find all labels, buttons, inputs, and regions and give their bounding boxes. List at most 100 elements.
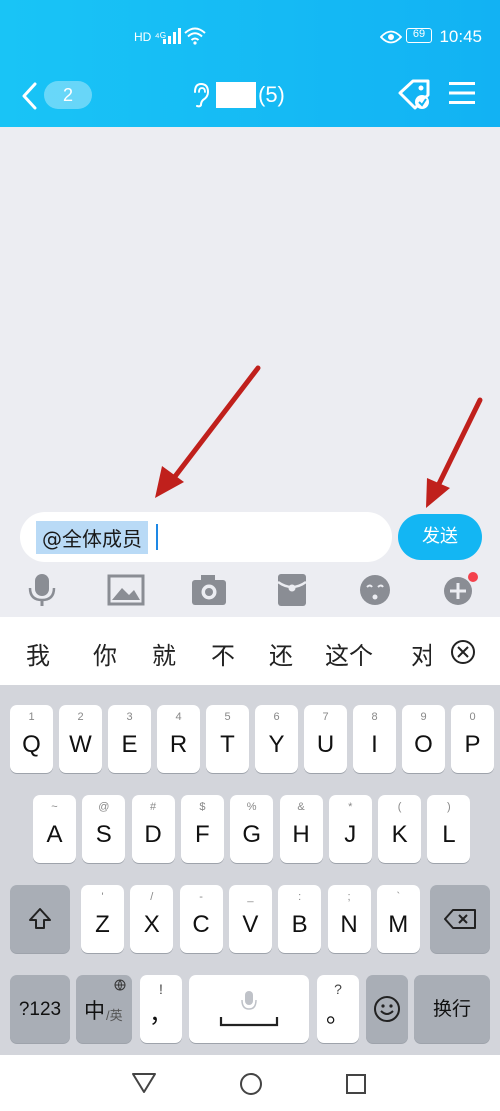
comma-key[interactable]: ! ， <box>140 975 182 1043</box>
candidate-word[interactable]: 你 <box>93 636 117 671</box>
key-label: V <box>242 911 259 938</box>
key-n[interactable]: ; N <box>327 885 371 953</box>
emoji-icon[interactable] <box>355 572 395 608</box>
back-button[interactable]: 2 <box>18 78 92 114</box>
home-circle-icon[interactable] <box>238 1071 264 1097</box>
microphone-icon[interactable] <box>22 572 62 608</box>
key-t[interactable]: 5T <box>206 705 249 773</box>
key-b[interactable]: :B <box>278 885 322 953</box>
key-sub-label: # <box>150 801 157 813</box>
red-packet-icon[interactable] <box>272 572 312 608</box>
period-key[interactable]: ? 。 <box>317 975 359 1043</box>
comma-key-label: ， <box>149 1001 173 1028</box>
key-sub-label: ' <box>101 891 104 903</box>
key-v[interactable]: _ V <box>228 885 272 953</box>
back-triangle-icon[interactable] <box>131 1072 157 1094</box>
key-g[interactable]: % G <box>230 795 274 863</box>
image-icon[interactable] <box>106 572 146 608</box>
chat-title[interactable]: (5) <box>190 78 285 112</box>
key-m[interactable]: ` M <box>376 885 420 953</box>
key-sub-label: ) <box>447 801 451 813</box>
backspace-icon <box>444 909 476 929</box>
key-label: B <box>291 911 308 938</box>
key-k[interactable]: (K <box>378 795 422 863</box>
key-label: L <box>442 821 456 848</box>
text-caret <box>156 524 158 550</box>
key-label: N <box>340 911 358 938</box>
member-count: (5) <box>258 82 285 107</box>
key-s[interactable]: @ S <box>82 795 126 863</box>
globe-icon <box>114 979 126 991</box>
key-label: I <box>371 731 378 758</box>
key-label: E <box>121 731 138 758</box>
key-sub-label: 4 <box>175 711 182 723</box>
lang-main-label: 中 <box>84 1000 105 1023</box>
key-y[interactable]: 6Y <box>255 705 298 773</box>
candidate-word[interactable]: 还 <box>269 636 293 671</box>
recents-square-icon[interactable] <box>345 1073 367 1095</box>
menu-icon[interactable] <box>448 80 476 106</box>
key-sub-label: 6 <box>273 711 280 723</box>
camera-icon[interactable] <box>189 572 229 608</box>
candidate-word[interactable]: 这个 <box>325 636 373 671</box>
key-l[interactable]: ) L <box>427 795 471 863</box>
system-nav-bar <box>0 1055 500 1111</box>
enter-key-label: 换行 <box>432 999 471 1020</box>
key-w[interactable]: 2W <box>59 705 102 773</box>
key-o[interactable]: 9O <box>402 705 445 773</box>
key-e[interactable]: 3E <box>108 705 151 773</box>
key-label: D <box>144 821 162 848</box>
key-sub-label: / <box>150 891 154 903</box>
key-x[interactable]: / X <box>130 885 174 953</box>
key-z[interactable]: ' Z <box>81 885 124 953</box>
key-sub-label: ( <box>397 801 402 813</box>
key-sub-label: @ <box>98 801 110 813</box>
numbers-key[interactable]: ?123 <box>10 975 70 1043</box>
shift-key[interactable] <box>10 885 70 953</box>
candidate-word[interactable]: 不 <box>211 636 235 671</box>
period-key-label: 。 <box>326 1001 350 1028</box>
key-sub-label: * <box>348 801 353 813</box>
key-label: U <box>316 731 335 758</box>
space-key[interactable] <box>189 975 309 1043</box>
battery-level: 69 <box>412 28 426 40</box>
key-i[interactable]: 8I <box>353 705 396 773</box>
key-u[interactable]: 7U <box>304 705 347 773</box>
enter-key[interactable]: 换行 <box>414 975 490 1043</box>
candidate-word[interactable]: 就 <box>152 636 176 671</box>
key-j[interactable]: * J <box>328 795 372 863</box>
key-label: A <box>46 821 63 848</box>
language-switch-key[interactable]: 中 /英 <box>76 975 132 1043</box>
plus-icon[interactable] <box>440 572 480 608</box>
space-bar-icon <box>219 1017 279 1027</box>
group-tag-icon[interactable] <box>396 78 434 112</box>
key-q[interactable]: 1Q <box>10 705 53 773</box>
key-c[interactable]: -C <box>179 885 223 953</box>
key-sub-label: _ <box>247 891 254 903</box>
candidate-word: 对 <box>411 642 431 668</box>
close-candidates-icon[interactable] <box>449 638 477 666</box>
key-p[interactable]: 0P <box>451 705 494 773</box>
key-label: O <box>414 731 433 758</box>
candidate-word[interactable]: 我 <box>26 636 50 671</box>
battery-icon: 69 <box>406 28 432 43</box>
key-label: F <box>195 821 210 848</box>
key-r[interactable]: 4R <box>157 705 200 773</box>
key-h[interactable]: & H <box>279 795 323 863</box>
message-input[interactable]: @全体成员 <box>20 512 392 562</box>
send-button[interactable]: 发送 <box>398 514 482 560</box>
key-a[interactable]: ~ A <box>33 795 76 863</box>
backspace-key[interactable] <box>430 885 490 953</box>
key-f[interactable]: $ F <box>180 795 224 863</box>
key-sub-label: : <box>298 891 302 903</box>
candidate-word-clipped[interactable]: 对 <box>411 636 431 668</box>
key-d[interactable]: # D <box>131 795 175 863</box>
key-label: T <box>220 731 235 758</box>
smiley-icon <box>374 996 400 1022</box>
key-label: M <box>388 911 409 938</box>
eye-icon <box>380 30 402 44</box>
key-sub-label: 2 <box>77 711 84 723</box>
signal-icon <box>163 28 181 44</box>
emoji-key[interactable] <box>366 975 408 1043</box>
key-sub-label: 5 <box>224 711 231 723</box>
